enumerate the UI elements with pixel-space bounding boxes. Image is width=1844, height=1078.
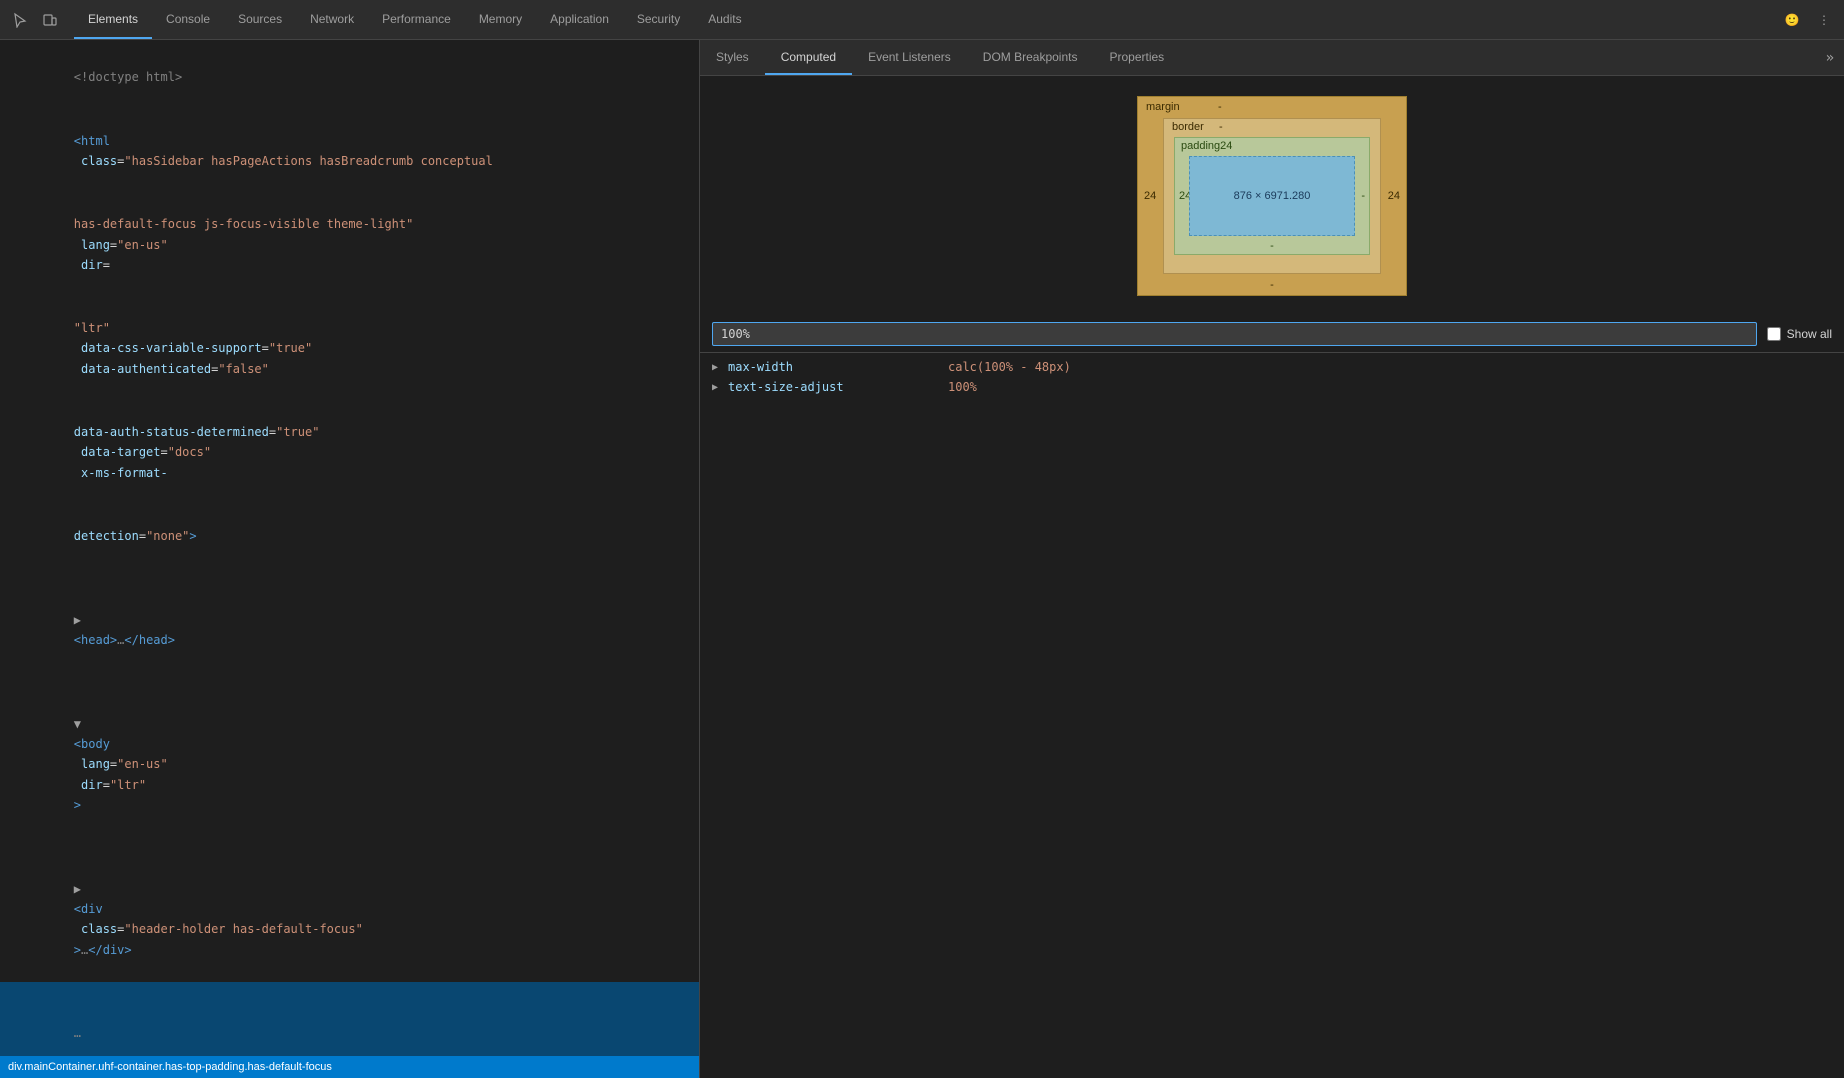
html-line-5: detection="none">: [0, 505, 699, 568]
border-label: border: [1172, 121, 1204, 133]
more-options-icon[interactable]: ⋮: [1812, 8, 1836, 32]
body-line[interactable]: ▼ <body lang="en-us" dir="ltr" >: [0, 672, 699, 837]
doctype-line: <!doctype html>: [0, 46, 699, 109]
right-panel: Styles Computed Event Listeners DOM Brea…: [700, 40, 1844, 1078]
tab-properties[interactable]: Properties: [1093, 40, 1180, 75]
margin-bottom-val: -: [1270, 279, 1274, 291]
left-panel: <!doctype html> <html class="hasSidebar …: [0, 40, 700, 1078]
main-layout: <!doctype html> <html class="hasSidebar …: [0, 40, 1844, 1078]
tab-event-listeners[interactable]: Event Listeners: [852, 40, 967, 75]
tab-computed[interactable]: Computed: [765, 40, 852, 75]
prop-arrow-text-size: ▶: [712, 382, 724, 393]
html-line-4: data-auth-status-determined="true" data-…: [0, 401, 699, 505]
show-all-container: Show all: [1767, 327, 1832, 341]
padding-label: padding24: [1181, 140, 1232, 152]
tab-sources[interactable]: Sources: [224, 0, 296, 39]
box-model-diagram: margin - 24 24 - border - padding24 24 -…: [1137, 96, 1407, 296]
prop-arrow-max-width: ▶: [712, 362, 724, 373]
toolbar-tabs: Elements Console Sources Network Perform…: [74, 0, 1780, 39]
css-prop-text-size-adjust[interactable]: ▶ text-size-adjust 100%: [700, 377, 1844, 397]
box-model-area: margin - 24 24 - border - padding24 24 -…: [700, 76, 1844, 316]
tab-elements[interactable]: Elements: [74, 0, 152, 39]
margin-label: margin: [1146, 101, 1180, 113]
more-tabs-button[interactable]: »: [1816, 40, 1844, 75]
tab-console[interactable]: Console: [152, 0, 224, 39]
device-icon[interactable]: [38, 8, 62, 32]
prop-value-text-size: 100%: [948, 380, 977, 394]
toolbar-right: 🙂 ⋮: [1780, 8, 1836, 32]
prop-name-text-size: text-size-adjust: [728, 380, 928, 394]
css-prop-max-width[interactable]: ▶ max-width calc(100% - 48px): [700, 357, 1844, 377]
main-container-line[interactable]: … ▶ <div class="mainContainer uhf-contai…: [0, 982, 699, 1056]
tab-dom-breakpoints[interactable]: DOM Breakpoints: [967, 40, 1094, 75]
tab-performance[interactable]: Performance: [368, 0, 465, 39]
tab-security[interactable]: Security: [623, 0, 694, 39]
tab-application[interactable]: Application: [536, 0, 623, 39]
tab-audits[interactable]: Audits: [694, 0, 755, 39]
filter-input[interactable]: [712, 322, 1757, 346]
tab-styles[interactable]: Styles: [700, 40, 765, 75]
elements-content[interactable]: <!doctype html> <html class="hasSidebar …: [0, 40, 699, 1056]
margin-right-val: 24: [1388, 190, 1400, 202]
prop-name-max-width: max-width: [728, 360, 928, 374]
head-line[interactable]: ▶ <head>…</head>: [0, 568, 699, 672]
tab-memory[interactable]: Memory: [465, 0, 536, 39]
prop-value-max-width: calc(100% - 48px): [948, 360, 1071, 374]
html-line-2: has-default-focus js-focus-visible theme…: [0, 193, 699, 297]
cursor-icon[interactable]: [8, 8, 32, 32]
margin-left-val: 24: [1144, 190, 1156, 202]
content-size: 876 × 6971.280: [1234, 190, 1311, 202]
padding-right-val: -: [1361, 190, 1365, 202]
toolbar: Elements Console Sources Network Perform…: [0, 0, 1844, 40]
toolbar-icons: [8, 8, 62, 32]
breadcrumb-text: div.mainContainer.uhf-container.has-top-…: [8, 1061, 332, 1073]
tab-network[interactable]: Network: [296, 0, 368, 39]
css-properties-list: ▶ max-width calc(100% - 48px) ▶ text-siz…: [700, 353, 1844, 1078]
html-line-3: "ltr" data-css-variable-support="true" d…: [0, 297, 699, 401]
padding-bottom-val: -: [1270, 240, 1274, 252]
right-tabs: Styles Computed Event Listeners DOM Brea…: [700, 40, 1844, 76]
margin-top-val: -: [1218, 101, 1222, 113]
emoji-icon[interactable]: 🙂: [1780, 8, 1804, 32]
show-all-label: Show all: [1787, 327, 1832, 341]
content-box: 876 × 6971.280: [1189, 156, 1355, 236]
status-bar: div.mainContainer.uhf-container.has-top-…: [0, 1056, 699, 1078]
header-holder-line[interactable]: ▶ <div class="header-holder has-default-…: [0, 837, 699, 982]
border-dash: -: [1219, 121, 1223, 133]
filter-bar: Show all: [700, 316, 1844, 353]
padding-box: padding24 24 - - 876 × 6971.280: [1174, 137, 1370, 255]
html-line-1: <html class="hasSidebar hasPageActions h…: [0, 109, 699, 193]
border-box: border - padding24 24 - - 876 × 6971.280: [1163, 118, 1381, 274]
show-all-checkbox[interactable]: [1767, 327, 1781, 341]
